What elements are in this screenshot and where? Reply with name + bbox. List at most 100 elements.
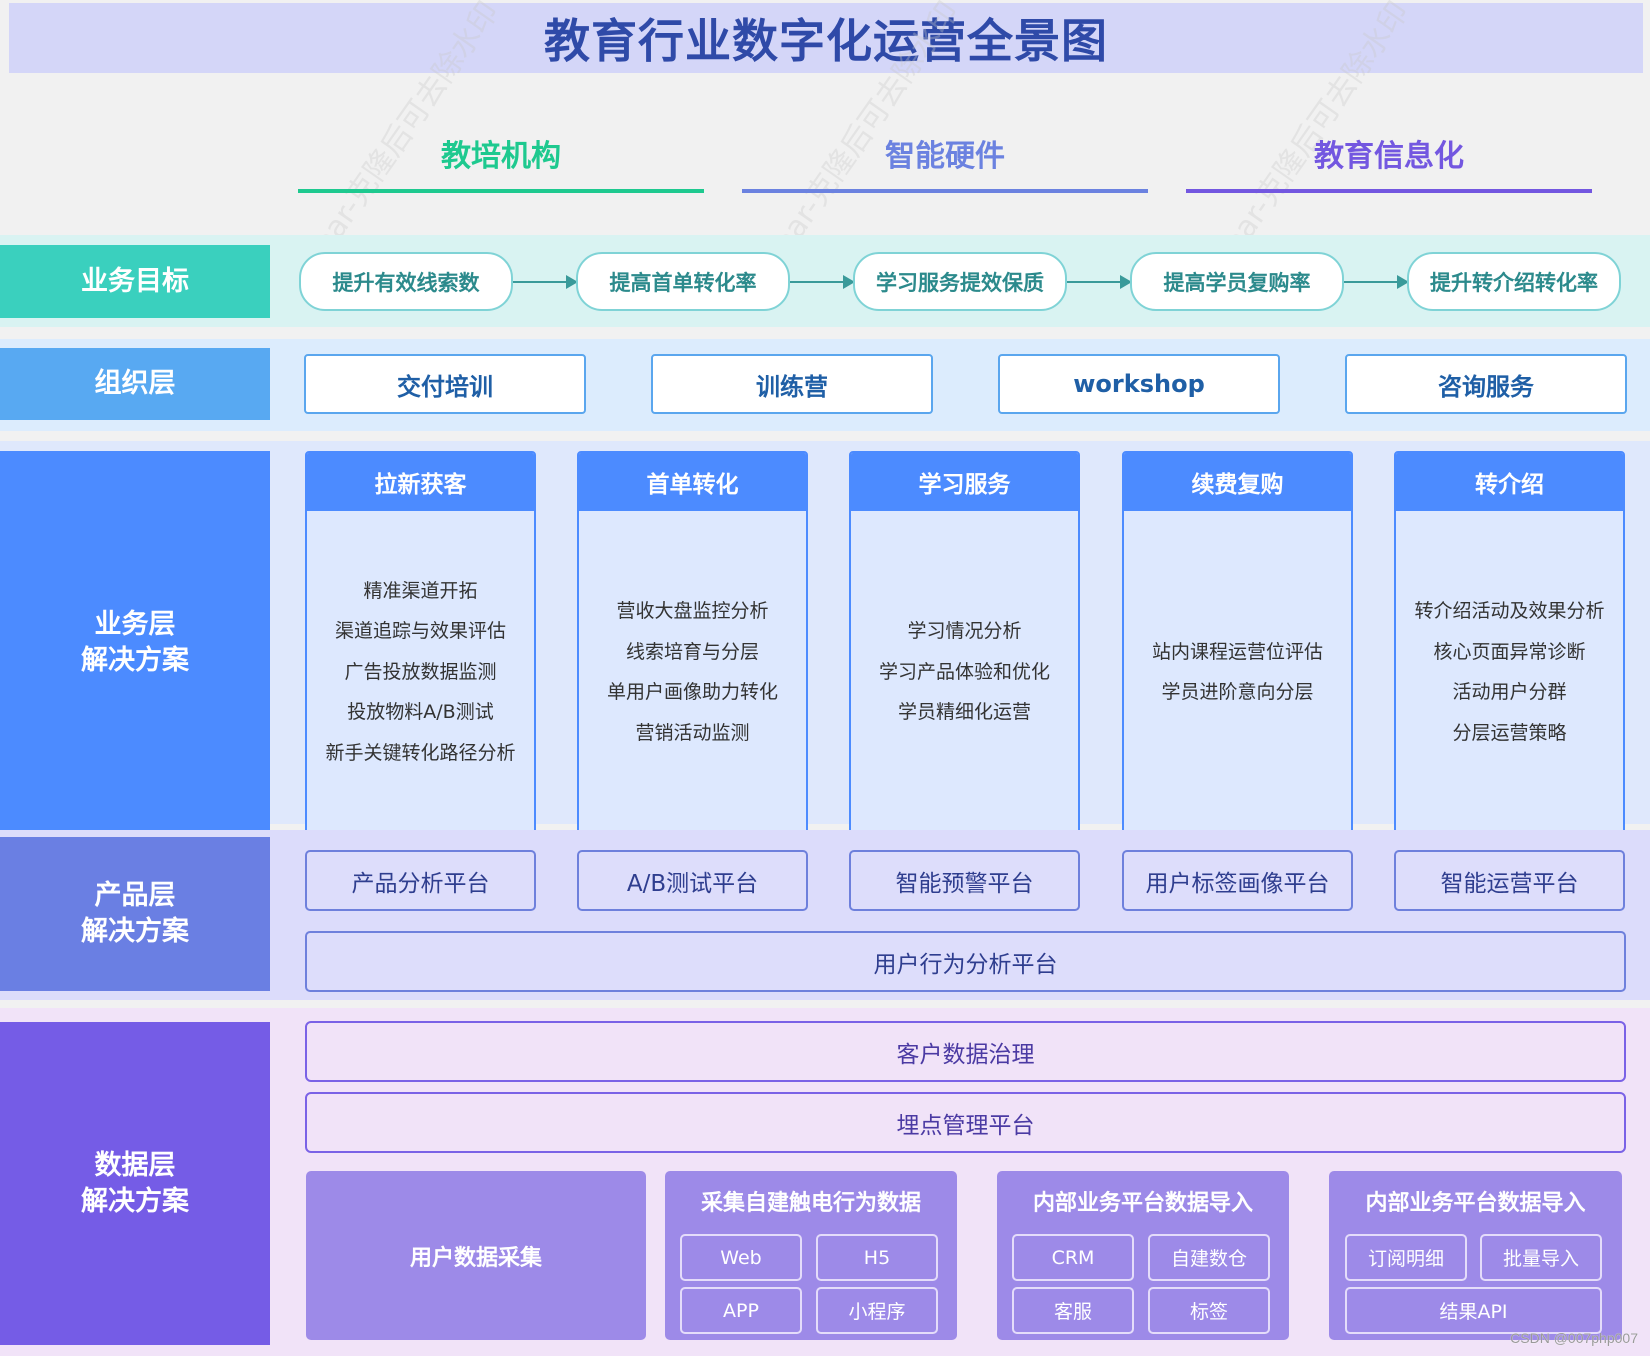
org-label-text: 组织层	[94, 368, 176, 399]
group-title: 采集自建触电行为数据	[700, 1191, 921, 1216]
card-header: 续费复购	[1124, 453, 1351, 511]
card-item: 渠道追踪与效果评估	[334, 620, 506, 643]
data-label-line: 解决方案	[81, 1185, 189, 1217]
product-label-text: 用户标签画像平台	[1145, 870, 1330, 897]
org-item-label: 交付培训	[397, 372, 493, 401]
source-label: 订阅明细	[1367, 1248, 1444, 1270]
card-body: 精准渠道开拓 渠道追踪与效果评估 广告投放数据监测 投放物料A/B测试 新手关键…	[307, 511, 534, 833]
user-profile-platform[interactable]: 用户标签画像平台	[1122, 850, 1353, 911]
business-card-learning-service[interactable]: 学习服务 学习情况分析 学习产品体验和优化 学员精细化运营	[849, 451, 1080, 835]
source-crm[interactable]: CRM	[1012, 1234, 1134, 1281]
source-label: 客服	[1053, 1301, 1092, 1323]
org-item-bootcamp[interactable]: 训练营	[651, 354, 933, 414]
source-mini-program[interactable]: 小程序	[816, 1287, 938, 1334]
data-row-label: 埋点管理平台	[896, 1112, 1035, 1139]
card-item: 分层运营策略	[1452, 721, 1567, 744]
group-title: 内部业务平台数据导入	[1032, 1191, 1253, 1216]
business-card-acquisition[interactable]: 拉新获客 精准渠道开拓 渠道追踪与效果评估 广告投放数据监测 投放物料A/B测试…	[305, 451, 536, 835]
card-title: 转介绍	[1475, 472, 1544, 498]
goal-label: 提高首单转化率	[609, 270, 757, 295]
user-data-collection[interactable]: 用户数据采集	[306, 1171, 646, 1340]
business-card-renewal[interactable]: 续费复购 站内课程运营位评估 学员进阶意向分层	[1122, 451, 1353, 835]
card-item: 站内课程运营位评估	[1151, 640, 1323, 663]
user-behavior-analytics-platform[interactable]: 用户行为分析平台	[305, 931, 1626, 992]
source-subscription-detail[interactable]: 订阅明细	[1345, 1234, 1467, 1281]
card-item: 转介绍活动及效果分析	[1414, 600, 1605, 622]
tracking-management-platform[interactable]: 埋点管理平台	[305, 1092, 1626, 1153]
group-title: 内部业务平台数据导入	[1365, 1191, 1586, 1216]
source-web[interactable]: Web	[680, 1234, 802, 1281]
card-item: 新手关键转化路径分析	[325, 741, 516, 764]
product-label-text: 智能预警平台	[895, 870, 1034, 897]
csdn-watermark: CSDN @007php007	[1510, 1330, 1638, 1346]
org-item-delivery-training[interactable]: 交付培训	[304, 354, 586, 414]
product-label-line: 解决方案	[81, 916, 189, 947]
column-underline	[298, 189, 704, 193]
column-header-smart-hardware: 智能硬件	[742, 130, 1148, 176]
card-header: 首单转化	[579, 453, 806, 511]
source-customer-service[interactable]: 客服	[1012, 1287, 1134, 1334]
card-item: 学员进阶意向分层	[1161, 681, 1314, 703]
business-card-first-order[interactable]: 首单转化 营收大盘监控分析 线索培育与分层 单用户画像助力转化 营销活动监测	[577, 451, 808, 835]
arrow-right-icon	[513, 275, 578, 289]
customer-data-governance[interactable]: 客户数据治理	[305, 1021, 1626, 1082]
source-label: APP	[723, 1299, 759, 1322]
source-label: CRM	[1051, 1246, 1095, 1269]
org-item-consulting[interactable]: 咨询服务	[1345, 354, 1627, 414]
column-header-education-it: 教育信息化	[1186, 130, 1592, 176]
title-bar: 教育行业数字化运营全景图	[9, 3, 1643, 73]
goals-label-text: 业务目标	[81, 265, 189, 297]
card-item: 广告投放数据监测	[344, 660, 497, 683]
source-batch-import[interactable]: 批量导入	[1480, 1234, 1602, 1281]
ab-testing-platform[interactable]: A/B测试平台	[577, 850, 808, 911]
product-label-text: 用户行为分析平台	[873, 951, 1058, 978]
source-tags[interactable]: 标签	[1148, 1287, 1270, 1334]
data-label: 数据层 解决方案	[0, 1022, 270, 1345]
card-header: 拉新获客	[307, 453, 534, 511]
data-row-label: 客户数据治理	[896, 1041, 1035, 1068]
goal-pill[interactable]: 学习服务提效保质	[853, 252, 1067, 311]
card-body: 转介绍活动及效果分析 核心页面异常诊断 活动用户分群 分层运营策略	[1396, 511, 1623, 833]
column-header-label: 智能硬件	[885, 139, 1005, 174]
card-body: 站内课程运营位评估 学员进阶意向分层	[1124, 511, 1351, 833]
goal-label: 提升转介绍转化率	[1430, 270, 1598, 295]
product-label: 产品层 解决方案	[0, 837, 270, 991]
org-item-workshop[interactable]: workshop	[998, 354, 1280, 414]
data-label-line: 数据层	[94, 1149, 176, 1181]
source-label: 结果API	[1439, 1301, 1508, 1323]
goal-pill[interactable]: 提升有效线索数	[299, 252, 513, 311]
org-item-label: workshop	[1073, 370, 1205, 398]
goal-pill[interactable]: 提升转介绍转化率	[1407, 252, 1621, 311]
goal-pill[interactable]: 提高首单转化率	[576, 252, 790, 311]
arrow-right-icon	[1344, 275, 1409, 289]
source-data-warehouse[interactable]: 自建数仓	[1148, 1234, 1270, 1281]
card-header: 学习服务	[851, 453, 1078, 511]
card-item: 学习产品体验和优化	[878, 660, 1050, 683]
goal-pill[interactable]: 提高学员复购率	[1130, 252, 1344, 311]
goal-label: 学习服务提效保质	[876, 270, 1044, 295]
product-label-line: 产品层	[94, 880, 176, 911]
source-label: 批量导入	[1502, 1248, 1579, 1270]
card-item: 单用户画像助力转化	[606, 681, 778, 703]
goal-label: 提高学员复购率	[1163, 270, 1311, 295]
org-label: 组织层	[0, 348, 270, 420]
org-item-label: 咨询服务	[1438, 372, 1534, 401]
smart-operations-platform[interactable]: 智能运营平台	[1394, 850, 1625, 911]
data-group-internal-import-2: 内部业务平台数据导入 订阅明细 批量导入 结果API	[1329, 1171, 1622, 1340]
card-title: 学习服务	[918, 472, 1011, 498]
card-title: 拉新获客	[374, 472, 467, 498]
smart-alert-platform[interactable]: 智能预警平台	[849, 850, 1080, 911]
source-result-api[interactable]: 结果API	[1345, 1287, 1602, 1334]
card-item: 核心页面异常诊断	[1433, 640, 1586, 663]
card-item: 学习情况分析	[907, 620, 1022, 643]
business-label-line: 业务层	[94, 608, 176, 640]
source-h5[interactable]: H5	[816, 1234, 938, 1281]
product-label-text: A/B测试平台	[626, 870, 759, 897]
product-label-text: 智能运营平台	[1440, 870, 1579, 897]
source-app[interactable]: APP	[680, 1287, 802, 1334]
arrow-right-icon	[1067, 275, 1132, 289]
product-analytics-platform[interactable]: 产品分析平台	[305, 850, 536, 911]
product-label-text: 产品分析平台	[351, 870, 490, 897]
business-card-referral[interactable]: 转介绍 转介绍活动及效果分析 核心页面异常诊断 活动用户分群 分层运营策略	[1394, 451, 1625, 835]
card-title: 首单转化	[646, 472, 739, 498]
